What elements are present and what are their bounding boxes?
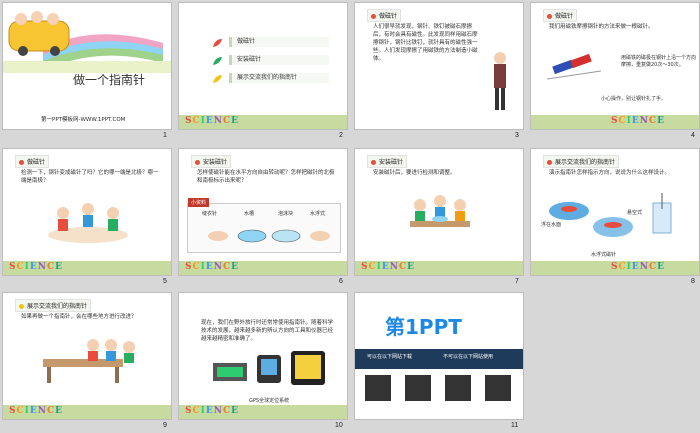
slide-number-8: 8 <box>691 278 695 285</box>
slide-body-text: 怎样使磁针能在水平方向自由转动呢？怎样把磁针的北极和南极标示出来呢？ <box>197 170 335 184</box>
classroom-illustration <box>43 339 135 383</box>
caption-1: 浮在水面 <box>541 222 562 228</box>
science-logo: SCIENCE <box>185 406 240 416</box>
slide-body-text: 检测一下，钢针变成磁针了吗？它的哪一端是北极？哪一端是南极？ <box>21 170 159 184</box>
slide-number-5: 5 <box>163 278 167 285</box>
school-bus-illustration <box>3 11 171 73</box>
section-tag: 做磁针 <box>15 155 50 168</box>
students-table-illustration <box>410 195 470 227</box>
slide-thumbnail-8[interactable]: 展示交流我们的指南针 演示指南针怎样指示方向，说说为什么这样设计。 浮在水面 悬… <box>530 148 700 276</box>
slide-sorter-grid: 做一个指南针 第一PPT模板网-WWW.1PPT.COM 1 做磁针 安装磁针 … <box>0 0 700 433</box>
yellow-leaf-icon <box>213 75 222 83</box>
slide-number-6: 6 <box>339 278 343 285</box>
slide-thumbnail-3[interactable]: 做磁针 人们很早就发现，钢针、铁钉被磁石摩擦后，有时会具有磁性。此发现同样用磁石… <box>354 2 524 130</box>
science-logo: SCIENCE <box>611 262 666 272</box>
caption-1: 缝衣针 <box>202 211 218 217</box>
slide-body-text: 现在，我们在野外旅行时还常常使用指南针。随着科学技术的发展，越来越多新的辨认方向… <box>201 320 334 342</box>
science-logo: SCIENCE <box>9 262 64 272</box>
students-illustration <box>48 203 128 243</box>
section-tag: 做磁针 <box>367 9 402 22</box>
section-tag: 安装磁针 <box>191 155 232 168</box>
menu-item-1[interactable]: 做磁针 <box>229 37 329 47</box>
science-logo: SCIENCE <box>611 116 666 126</box>
slide-body-text: 人们很早就发现，钢针、铁钉被磁石摩擦后，有时会具有磁性。此发现同样用磁石摩擦钢针… <box>373 24 478 62</box>
menu-item-3[interactable]: 展示交流我们的指南针 <box>229 73 329 83</box>
info-box-title: 小资料 <box>188 198 210 207</box>
qr-codes <box>365 375 511 401</box>
slide-body-text: 安装磁针后，要进行检测和调整。 <box>373 170 456 176</box>
slide-thumbnail-4[interactable]: 做磁针 我们用磁铁摩擦钢针的方法来做一根磁针。 用磁铁的磁极在钢针上沿一个方向摩… <box>530 2 700 130</box>
slide-number-10: 10 <box>335 422 343 429</box>
science-logo: SCIENCE <box>185 262 240 272</box>
menu-item-2[interactable]: 安装磁针 <box>229 55 329 65</box>
slide-thumbnail-2[interactable]: 做磁针 安装磁针 展示交流我们的指南针 SCIENCE <box>178 2 348 130</box>
slide1-footer: 第一PPT模板网-WWW.1PPT.COM <box>41 117 126 123</box>
section-tag: 安装磁针 <box>367 155 408 168</box>
caption-3: 泡沫块 <box>278 211 294 217</box>
slide-body-text: 演示指南针怎样指示方向，说说为什么这样设计。 <box>549 170 671 176</box>
slide-body-text: 我们用磁铁摩擦钢针的方法来做一根磁针。 <box>549 24 654 30</box>
info-band: 可以在以下网站下载 不可以在以下网站使用 <box>355 349 523 369</box>
compass-models-illustration <box>549 193 672 237</box>
caption-2: 水槽 <box>244 211 255 217</box>
slide-number-11: 11 <box>511 422 519 429</box>
slide-number-3: 3 <box>515 132 519 139</box>
section-tag: 展示交流我们的指南针 <box>15 299 92 312</box>
gps-device-illustration <box>213 351 325 385</box>
warning-text: 小心操作，别让钢针扎了手。 <box>601 96 667 102</box>
slide-thumbnail-9[interactable]: 展示交流我们的指南针 如果再做一个指南针，会在哪些地方进行改进？ SCIENCE <box>2 292 172 420</box>
instruction-note: 用磁铁的磁极在钢针上沿一个方向摩擦，重复做20次～30次。 <box>621 55 697 68</box>
teacher-illustration <box>494 52 506 110</box>
magnet-illustration <box>546 53 602 80</box>
red-leaf-icon <box>213 39 222 47</box>
caption-2: 悬空式 <box>627 210 643 216</box>
science-logo: SCIENCE <box>9 406 64 416</box>
section-tag: 做磁针 <box>543 9 578 22</box>
caption-3: 水浮式磁针 <box>591 252 617 258</box>
gps-caption: GPS全球定位系统 <box>249 398 290 404</box>
slide-thumbnail-10[interactable]: 现在，我们在野外旅行时还常常使用指南针。随着科学技术的发展，越来越多新的辨认方向… <box>178 292 348 420</box>
slide-thumbnail-6[interactable]: 安装磁针 怎样使磁针能在水平方向自由转动呢？怎样把磁针的北极和南极标示出来呢？ … <box>178 148 348 276</box>
slide-number-4: 4 <box>691 132 695 139</box>
slide-thumbnail-11[interactable]: 第1PPT 可以在以下网站下载 不可以在以下网站使用 <box>354 292 524 420</box>
green-leaf-icon <box>213 57 222 65</box>
science-logo: SCIENCE <box>185 116 240 126</box>
float-apparatus-illustration <box>208 229 330 243</box>
slide-thumbnail-7[interactable]: 安装磁针 安装磁针后，要进行检测和调整。 SCIENCE <box>354 148 524 276</box>
download-link-1[interactable]: 可以在以下网站下载 <box>367 353 412 360</box>
science-logo: SCIENCE <box>361 262 416 272</box>
slide-thumbnail-5[interactable]: 做磁针 检测一下，钢针变成磁针了吗？它的哪一端是北极？哪一端是南极？ SCIEN… <box>2 148 172 276</box>
slide-thumbnail-1[interactable]: 做一个指南针 第一PPT模板网-WWW.1PPT.COM <box>2 2 172 130</box>
info-box: 小资料 缝衣针 水槽 泡沫块 水浮式 <box>187 198 341 253</box>
slide1-title: 做一个指南针 <box>73 73 146 87</box>
slide-number-1: 1 <box>163 132 167 139</box>
slide-number-7: 7 <box>515 278 519 285</box>
slide-number-9: 9 <box>163 422 167 429</box>
ppt-logo: 第1PPT <box>385 315 462 339</box>
slide-body-text: 如果再做一个指南针，会在哪些地方进行改进？ <box>21 314 137 320</box>
caption-4: 水浮式 <box>310 211 326 217</box>
section-tag: 展示交流我们的指南针 <box>543 155 620 168</box>
download-link-2[interactable]: 不可以在以下网站使用 <box>443 353 493 360</box>
slide-number-2: 2 <box>339 132 343 139</box>
